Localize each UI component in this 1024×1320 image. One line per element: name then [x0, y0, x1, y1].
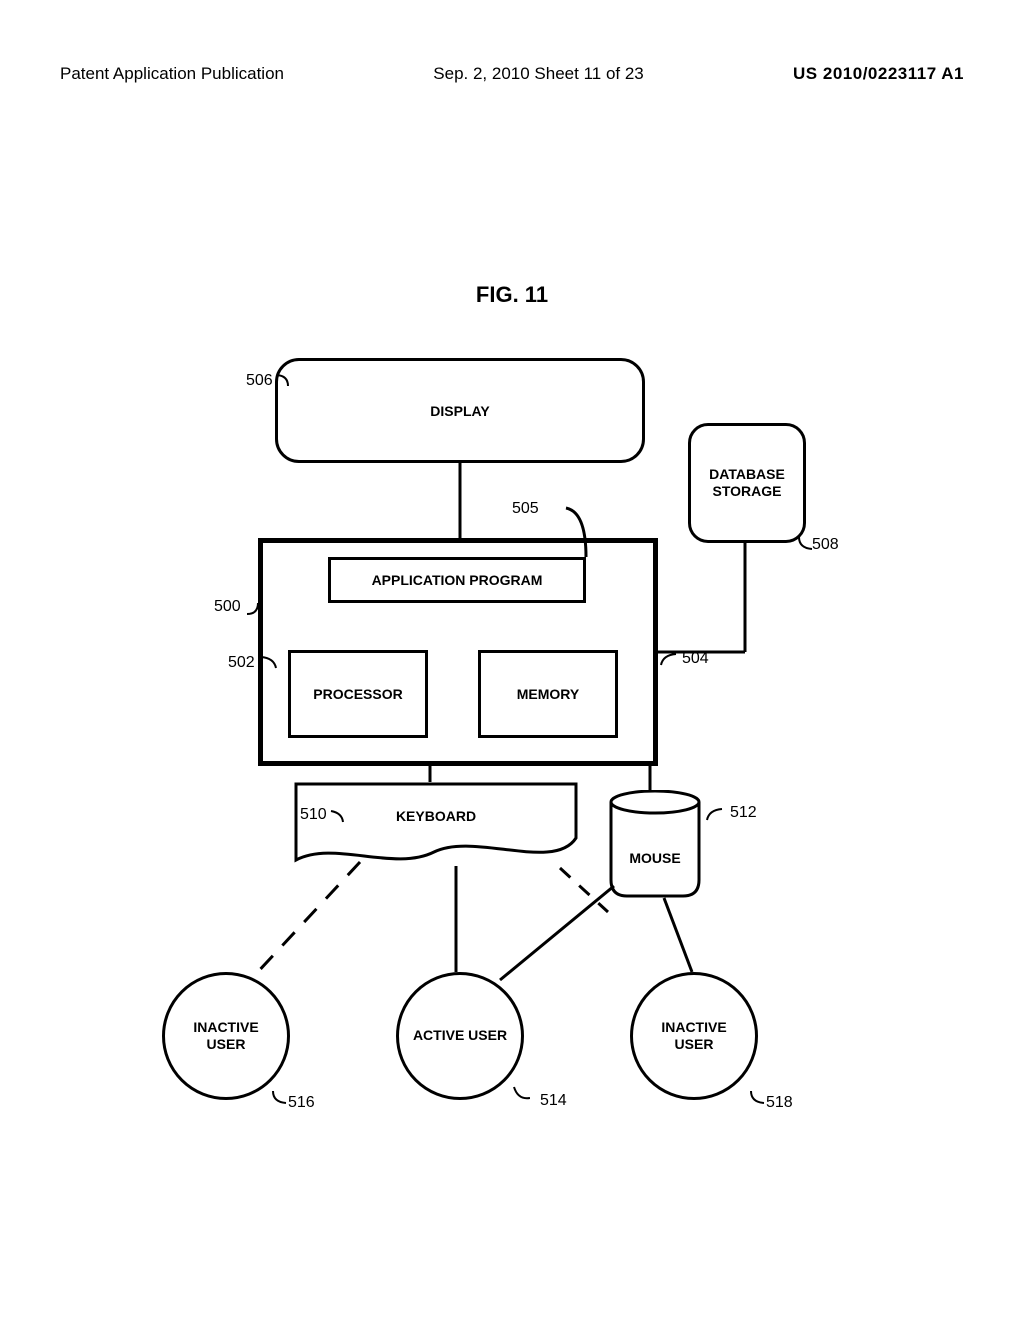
hook-icon: [246, 602, 264, 616]
memory-label: MEMORY: [517, 686, 579, 702]
ref-512: 512: [730, 804, 757, 822]
display-block: DISPLAY: [275, 358, 645, 463]
inactive-user-left-label: INACTIVE USER: [193, 1019, 258, 1054]
ref-502: 502: [228, 654, 255, 672]
inactive-user-right-label: INACTIVE USER: [661, 1019, 726, 1054]
hook-icon: [330, 810, 348, 824]
mouse-label: MOUSE: [608, 850, 702, 866]
ref-510: 510: [300, 806, 327, 824]
active-user-label: ACTIVE USER: [413, 1027, 507, 1045]
hook-icon: [260, 656, 278, 670]
hook-icon: [276, 374, 294, 388]
mouse-block: MOUSE: [608, 790, 702, 898]
ref-506: 506: [246, 372, 273, 390]
figure-title: FIG. 11: [0, 282, 1024, 308]
hook-icon: [750, 1090, 768, 1104]
active-user: ACTIVE USER: [396, 972, 524, 1100]
page-header: Patent Application Publication Sep. 2, 2…: [0, 64, 1024, 84]
application-program-block: APPLICATION PROGRAM: [328, 557, 586, 603]
processor-block: PROCESSOR: [288, 650, 428, 738]
database-storage-block: DATABASE STORAGE: [688, 423, 806, 543]
keyboard-block: KEYBOARD: [294, 782, 578, 868]
ref-504: 504: [682, 650, 709, 668]
ref-516: 516: [288, 1094, 315, 1112]
application-program-label: APPLICATION PROGRAM: [372, 572, 543, 588]
inactive-user-left: INACTIVE USER: [162, 972, 290, 1100]
hook-icon: [798, 536, 816, 550]
diagram-canvas: DISPLAY DATABASE STORAGE APPLICATION PRO…: [0, 350, 1024, 1110]
ref-514: 514: [540, 1092, 567, 1110]
database-storage-label: DATABASE STORAGE: [709, 466, 785, 501]
hook-icon: [706, 808, 724, 822]
publication-number: US 2010/0223117 A1: [793, 64, 964, 84]
inactive-user-right: INACTIVE USER: [630, 972, 758, 1100]
ref-505: 505: [512, 500, 539, 518]
processor-label: PROCESSOR: [313, 686, 402, 702]
memory-block: MEMORY: [478, 650, 618, 738]
ref-500: 500: [214, 598, 241, 616]
display-label: DISPLAY: [430, 403, 489, 419]
date-sheet-label: Sep. 2, 2010 Sheet 11 of 23: [433, 64, 643, 84]
hook-icon: [660, 653, 678, 667]
ref-518: 518: [766, 1094, 793, 1112]
ref-508: 508: [812, 536, 839, 554]
hook-icon: [512, 1086, 530, 1100]
publication-label: Patent Application Publication: [60, 64, 284, 84]
hook-icon: [272, 1090, 290, 1104]
